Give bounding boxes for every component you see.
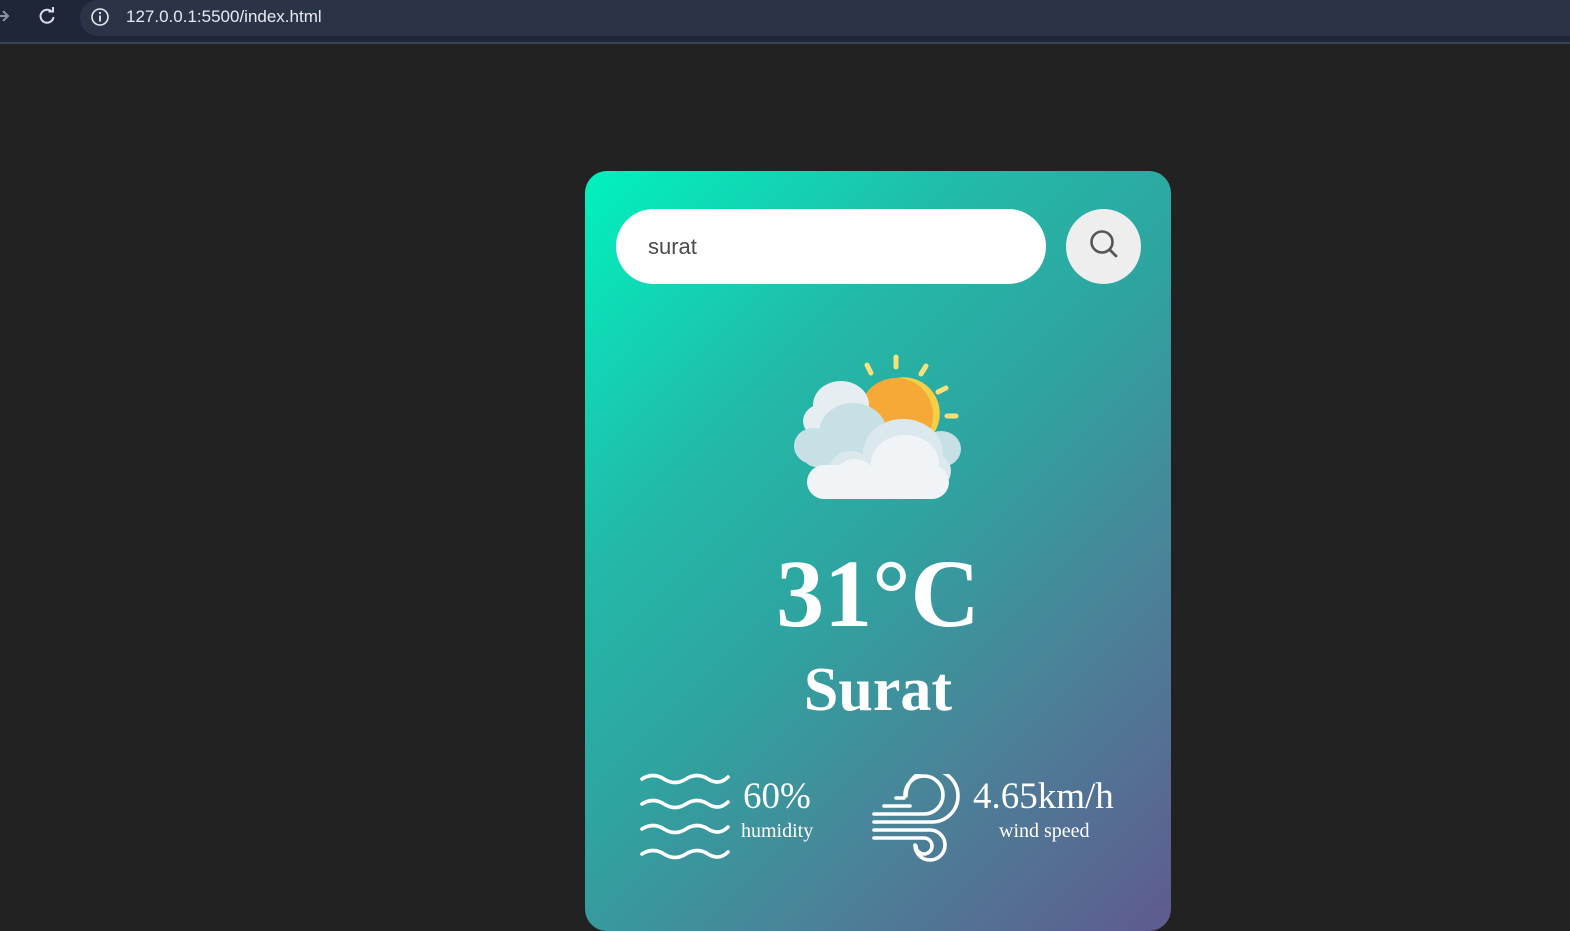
url-host: 127.0.0.1 [126, 7, 197, 26]
humidity-value: 60% [743, 776, 811, 817]
wind-icon [872, 774, 960, 862]
partly-cloudy-icon [794, 354, 961, 499]
site-info-icon[interactable] [90, 7, 110, 27]
forward-arrow-icon[interactable] [0, 6, 14, 26]
city-search-input[interactable] [616, 209, 1046, 284]
reload-icon[interactable] [36, 5, 58, 27]
url-text[interactable]: 127.0.0.1:5500/index.html [126, 6, 322, 28]
browser-toolbar: 127.0.0.1:5500/index.html [0, 0, 1570, 44]
city-name: Surat [803, 656, 953, 724]
search-icon [1090, 230, 1118, 258]
url-path: :5500/index.html [196, 7, 322, 26]
temperature-value: 31°C [776, 540, 980, 647]
weather-card: 31°C Surat 60% humidity 4.65km/h wind sp… [585, 171, 1171, 931]
wind-speed-value: 4.65km/h [973, 776, 1114, 817]
wind-speed-label: wind speed [999, 820, 1090, 842]
humidity-waves-icon [640, 773, 730, 860]
search-button[interactable] [1066, 209, 1141, 284]
humidity-label: humidity [741, 820, 814, 842]
